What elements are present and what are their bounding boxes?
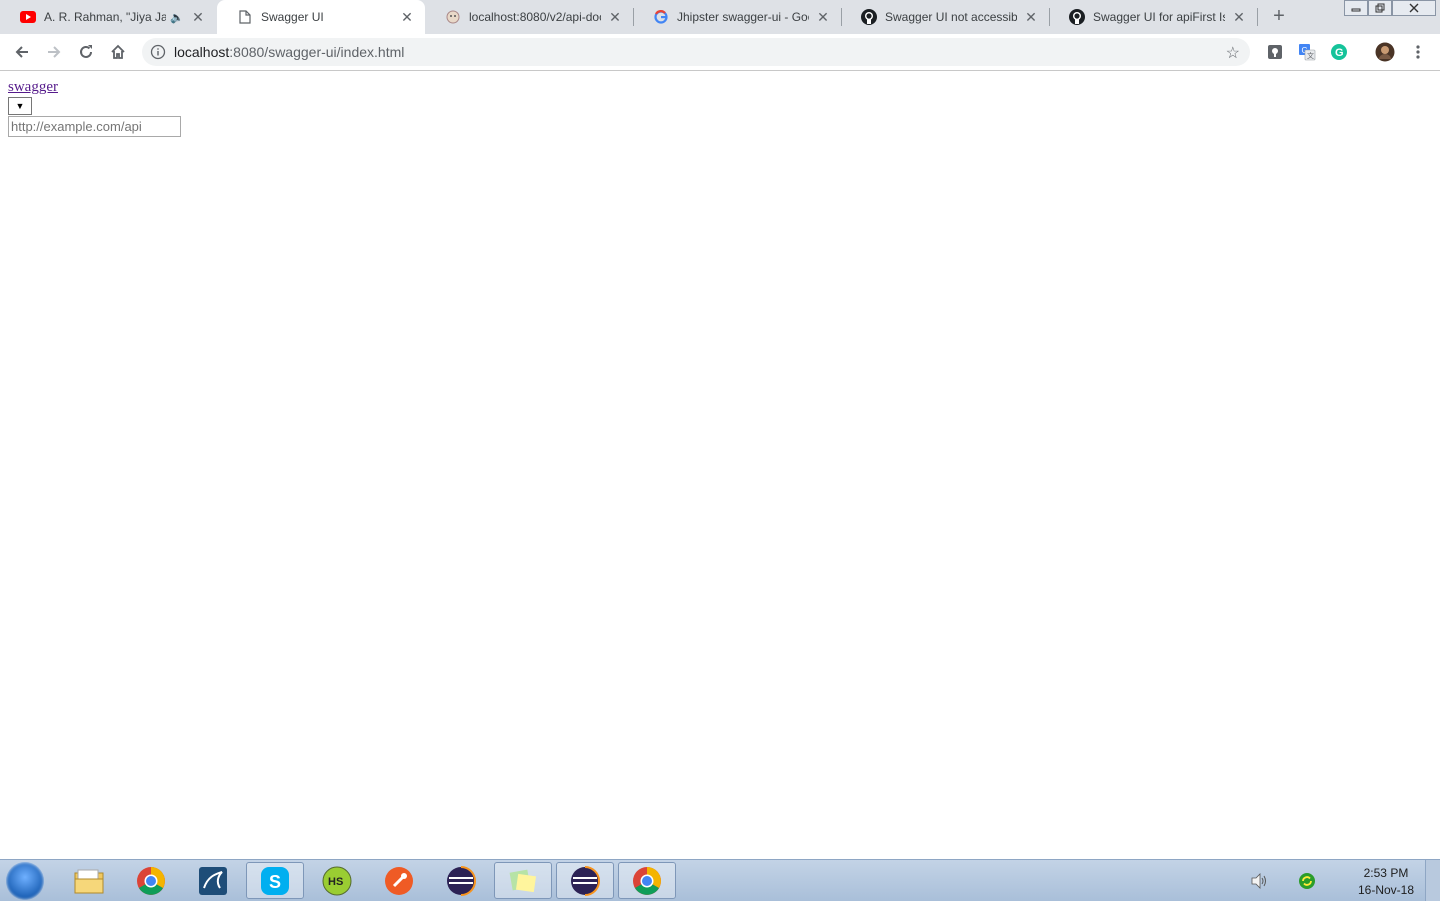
taskbar-postman[interactable]: [370, 862, 428, 899]
url-host: localhost: [174, 44, 230, 60]
postman-icon: [385, 866, 413, 895]
clock-time: 2:53 PM: [1363, 866, 1409, 880]
grammarly-icon[interactable]: G: [1329, 42, 1349, 62]
svg-text:G: G: [1335, 47, 1344, 59]
extension-icon: [445, 9, 461, 25]
eclipse-icon: [571, 865, 600, 896]
system-clock[interactable]: 2:53 PM 16-Nov-18: [1358, 865, 1414, 899]
close-tab-icon[interactable]: ✕: [1231, 9, 1247, 25]
taskbar-chrome[interactable]: [122, 862, 180, 899]
browser-toolbar: localhost:8080/swagger-ui/index.html ☆ G…: [0, 34, 1440, 71]
eclipse-icon: [447, 865, 476, 896]
home-button[interactable]: [104, 38, 132, 66]
page-content: swagger ▼: [0, 71, 1440, 859]
back-button[interactable]: [8, 38, 36, 66]
swagger-logo-link[interactable]: swagger: [8, 79, 58, 96]
close-tab-icon[interactable]: ✕: [190, 9, 206, 25]
extension-shield-icon[interactable]: [1265, 42, 1285, 62]
tab-title: Jhipster swagger-ui - Goog: [677, 10, 809, 24]
tab-title: Swagger UI: [261, 10, 324, 24]
new-tab-button[interactable]: +: [1268, 5, 1290, 27]
tab-title: Swagger UI not accessible: [885, 10, 1017, 24]
tab-google-search[interactable]: Jhipster swagger-ui - Goog ✕: [633, 0, 841, 34]
windows-taskbar: S HS 2:53 PM 16-Nov-18: [0, 859, 1440, 901]
github-icon: [1069, 9, 1085, 25]
taskbar-skype[interactable]: S: [246, 862, 304, 899]
taskbar-explorer[interactable]: [60, 862, 118, 899]
chrome-icon: [137, 866, 165, 895]
close-tab-icon[interactable]: ✕: [607, 9, 623, 25]
taskbar-eclipse-1[interactable]: [432, 862, 490, 899]
tab-api-docs[interactable]: localhost:8080/v2/api-docs ✕: [425, 0, 633, 34]
heidisql-icon: HS: [322, 866, 352, 895]
tab-github-issue-1[interactable]: Swagger UI not accessible ✕: [841, 0, 1049, 34]
close-tab-icon[interactable]: ✕: [815, 9, 831, 25]
profile-avatar[interactable]: [1375, 42, 1395, 62]
youtube-icon: [20, 9, 36, 25]
restore-button[interactable]: [1368, 0, 1392, 16]
forward-button[interactable]: [40, 38, 68, 66]
chrome-icon: [633, 866, 661, 895]
close-window-button[interactable]: [1392, 0, 1436, 16]
close-tab-icon[interactable]: ✕: [1023, 9, 1039, 25]
svg-text:S: S: [269, 872, 281, 892]
clock-date: 16-Nov-18: [1357, 883, 1414, 897]
tab-swagger-ui[interactable]: Swagger UI ✕: [217, 0, 425, 34]
tab-youtube[interactable]: A. R. Rahman, "Jiya Jale 🔈 ✕: [0, 0, 216, 34]
google-icon: [653, 9, 669, 25]
address-bar[interactable]: localhost:8080/swagger-ui/index.html ☆: [142, 38, 1250, 66]
page-icon: [237, 9, 253, 25]
start-button[interactable]: [6, 862, 44, 900]
tab-title: Swagger UI for apiFirst Issu: [1093, 10, 1225, 24]
svg-text:文: 文: [1307, 51, 1314, 60]
close-tab-icon[interactable]: ✕: [399, 9, 415, 25]
bookmark-star-icon[interactable]: ☆: [1226, 43, 1240, 63]
chrome-menu-icon[interactable]: [1408, 42, 1428, 62]
skype-icon: S: [261, 866, 289, 895]
taskbar-heidisql[interactable]: HS: [308, 862, 366, 899]
taskbar-eclipse-2[interactable]: [556, 862, 614, 899]
svg-text:HS: HS: [328, 876, 343, 888]
tab-title: localhost:8080/v2/api-docs: [469, 10, 601, 24]
minimize-button[interactable]: [1344, 0, 1368, 16]
github-icon: [861, 9, 877, 25]
tab-strip: A. R. Rahman, "Jiya Jale 🔈 ✕ Swagger UI …: [0, 0, 1440, 34]
taskbar-mysql-workbench[interactable]: [184, 862, 242, 899]
tab-github-issue-2[interactable]: Swagger UI for apiFirst Issu ✕: [1049, 0, 1257, 34]
tab-separator: [1257, 8, 1258, 26]
sync-icon[interactable]: [1298, 872, 1316, 890]
volume-icon[interactable]: [1250, 872, 1268, 890]
taskbar-sticky-notes[interactable]: [494, 862, 552, 899]
taskbar-chrome-active[interactable]: [618, 862, 676, 899]
tab-title: A. R. Rahman, "Jiya Jale: [44, 10, 167, 24]
url-path: :8080/swagger-ui/index.html: [229, 44, 405, 60]
spec-select-dropdown[interactable]: ▼: [8, 97, 32, 115]
sticky-notes-icon: [509, 869, 537, 892]
audio-playing-icon[interactable]: 🔈: [170, 11, 184, 24]
google-translate-icon[interactable]: G文: [1297, 42, 1317, 62]
file-explorer-icon: [74, 869, 104, 893]
site-info-icon[interactable]: [150, 44, 166, 60]
show-desktop-button[interactable]: [1425, 860, 1440, 901]
reload-button[interactable]: [72, 38, 100, 66]
api-url-input[interactable]: [8, 116, 181, 137]
mysql-workbench-icon: [199, 866, 227, 895]
